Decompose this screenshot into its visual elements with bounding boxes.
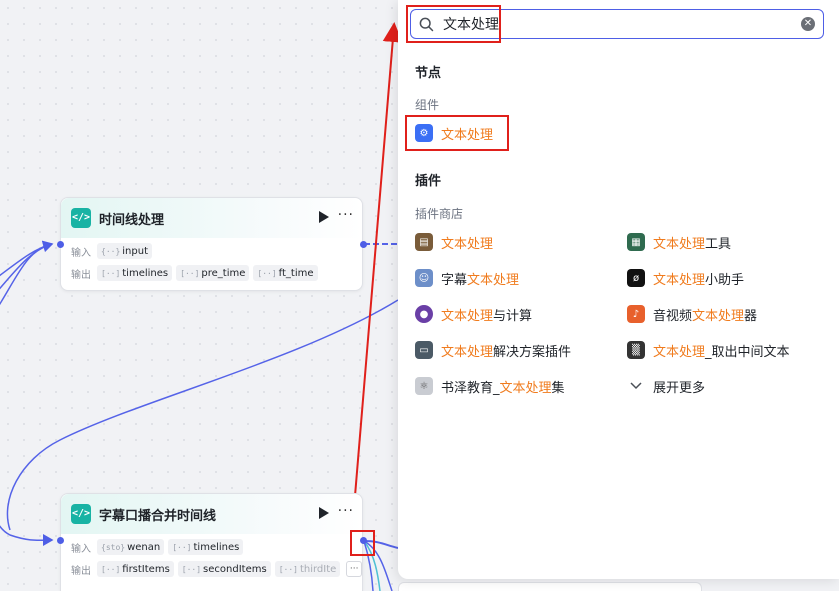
input-port[interactable] bbox=[57, 241, 64, 248]
result-plugin[interactable]: ▦ 文本处理 工具 bbox=[627, 231, 731, 253]
avatar-icon: ☺ bbox=[415, 269, 433, 287]
node-timeline-processing[interactable]: </> 时间线处理 ··· 输入 {··} input 输出 [··] timeli… bbox=[60, 197, 363, 291]
param-pill: [··] secondItems bbox=[177, 561, 271, 577]
wire bbox=[0, 243, 53, 290]
node-subtitle-merge[interactable]: </> 字幕口播合并时间线 ··· 输入 {sto} wenan [··] time… bbox=[60, 493, 363, 591]
node-input-row: 输入 {··} input bbox=[71, 240, 362, 262]
input-label: 输入 bbox=[71, 247, 91, 259]
chevron-down-icon bbox=[627, 377, 645, 395]
param-pill: [··] timelines bbox=[97, 265, 173, 281]
noise-icon: ▒ bbox=[627, 341, 645, 359]
result-plugin[interactable]: ♪ 音视频 文本处理器 bbox=[627, 303, 757, 325]
result-plugin[interactable]: ▤ 文本处理 bbox=[415, 231, 493, 253]
result-plugin[interactable]: ☺ 字幕 文本处理 bbox=[415, 267, 519, 289]
section-components: 组件 bbox=[415, 98, 440, 112]
output-port[interactable] bbox=[360, 241, 367, 248]
node-search-panel: ✕ 节点 组件 ⚙ 文本处理 插件 插件商店 ▤ 文本处理 ☺ 字幕文本处理 ●… bbox=[398, 0, 839, 579]
output-label: 输出 bbox=[71, 269, 91, 281]
param-pill: {··} input bbox=[97, 243, 152, 259]
node-output-row: 输出 [··] timelines [··] pre_time [··] ft_tim… bbox=[71, 262, 362, 284]
result-plugin[interactable]: ● 文本处理 与计算 bbox=[415, 303, 532, 325]
param-pill: [··] timelines bbox=[168, 539, 244, 555]
note-icon: ♪ bbox=[627, 305, 645, 323]
wire bbox=[0, 240, 54, 277]
input-label: 输入 bbox=[71, 543, 91, 555]
input-port[interactable] bbox=[57, 537, 64, 544]
more-icon[interactable]: ··· bbox=[338, 503, 354, 519]
atom-icon: ⚛ bbox=[415, 377, 433, 395]
annotation-box bbox=[405, 115, 509, 151]
section-plugin-store: 插件商店 bbox=[415, 207, 464, 221]
node-output-row: 输出 [··] firstItems [··] secondItems [··] th… bbox=[71, 558, 362, 580]
circle-slash-icon: ø bbox=[627, 269, 645, 287]
node-header: </> 字幕口播合并时间线 ··· bbox=[61, 494, 362, 534]
code-icon: </> bbox=[71, 504, 91, 524]
more-params-button[interactable]: ··· bbox=[346, 561, 362, 577]
result-plugin[interactable]: ø 文本处理 小助手 bbox=[627, 267, 744, 289]
play-icon[interactable] bbox=[318, 210, 330, 224]
scroll-icon: ▤ bbox=[415, 233, 433, 251]
result-plugin[interactable]: ⚛ 书泽教育_ 文本处理集 bbox=[415, 375, 565, 397]
node-title: 字幕口播合并时间线 bbox=[99, 509, 217, 524]
planet-icon: ● bbox=[415, 305, 433, 323]
more-icon[interactable]: ··· bbox=[338, 207, 354, 223]
play-icon[interactable] bbox=[318, 506, 330, 520]
param-pill: {sto} wenan bbox=[97, 539, 165, 555]
param-pill: [··] ft_time bbox=[253, 265, 318, 281]
book-cover-icon: ▦ bbox=[627, 233, 645, 251]
node-header: </> 时间线处理 ··· bbox=[61, 198, 362, 238]
annotation-box bbox=[350, 530, 375, 556]
code-icon: </> bbox=[71, 208, 91, 228]
clear-icon[interactable]: ✕ bbox=[801, 17, 815, 31]
monitor-icon: ▭ bbox=[415, 341, 433, 359]
node-title: 时间线处理 bbox=[99, 213, 165, 228]
annotation-box bbox=[406, 5, 501, 43]
result-plugin[interactable]: ▒ 文本处理 _取出中间文本 bbox=[627, 339, 790, 361]
output-label: 输出 bbox=[71, 565, 91, 577]
node-input-row: 输入 {sto} wenan [··] timelines bbox=[71, 536, 362, 558]
param-pill: [··] thirdIte bbox=[274, 561, 341, 577]
section-plugins: 插件 bbox=[415, 174, 442, 189]
partial-node bbox=[398, 582, 702, 591]
param-pill: [··] pre_time bbox=[176, 265, 250, 281]
result-plugin[interactable]: ▭ 文本处理 解决方案插件 bbox=[415, 339, 571, 361]
section-nodes: 节点 bbox=[415, 66, 442, 81]
show-more-button[interactable]: 展开更多 bbox=[627, 375, 705, 397]
param-pill: [··] firstItems bbox=[97, 561, 174, 577]
